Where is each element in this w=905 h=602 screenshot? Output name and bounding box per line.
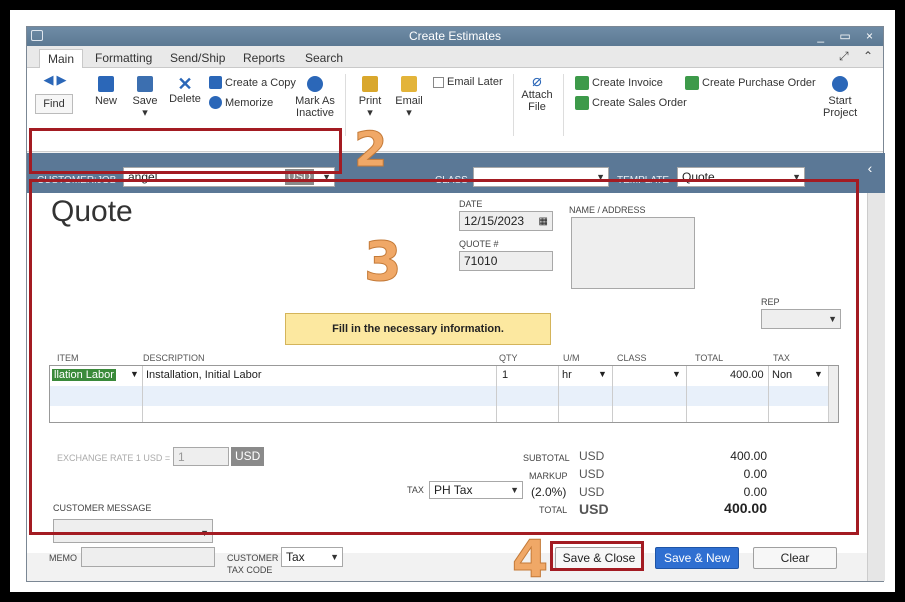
tab-formatting[interactable]: Formatting xyxy=(87,49,160,68)
printer-icon xyxy=(362,76,378,92)
paperclip-icon: ⌀ xyxy=(532,73,542,90)
tab-send-ship[interactable]: Send/Ship xyxy=(162,49,233,68)
tab-search[interactable]: Search xyxy=(297,49,351,68)
annotation-step-2: 2 xyxy=(353,122,388,179)
customer-tax-code-select[interactable]: Tax ▼ xyxy=(281,547,343,567)
create-purchase-order-button[interactable]: Create Purchase Order xyxy=(685,76,816,90)
save-button[interactable]: Save ▾ xyxy=(131,76,159,119)
highlight-box-customer xyxy=(29,128,342,174)
print-button[interactable]: Print ▾ xyxy=(355,76,385,119)
forward-arrow-icon[interactable]: ▶ xyxy=(57,72,67,87)
customer-tax-code-label-1: CUSTOMER xyxy=(227,553,279,563)
create-sales-order-button[interactable]: Create Sales Order xyxy=(575,96,687,110)
mark-as-inactive-button[interactable]: Mark As Inactive xyxy=(293,76,337,119)
memo-field[interactable] xyxy=(81,547,215,567)
collapse-ribbon-icon[interactable]: ⌃ xyxy=(863,49,873,63)
new-doc-icon xyxy=(98,76,114,92)
window-title: Create Estimates xyxy=(408,29,502,43)
right-panel-edge xyxy=(867,193,885,581)
customer-tax-code-label-2: TAX CODE xyxy=(227,565,273,575)
window-controls[interactable]: _ ▭ × xyxy=(817,27,879,46)
mark-inactive-check-icon xyxy=(307,76,323,92)
annotation-step-3: 3 xyxy=(364,230,403,294)
highlight-box-form xyxy=(29,179,859,535)
separator xyxy=(345,74,346,136)
checkbox-icon xyxy=(433,76,444,88)
attach-file-button[interactable]: ⌀ Attach File xyxy=(521,73,553,114)
tab-reports[interactable]: Reports xyxy=(235,49,293,68)
start-project-button[interactable]: Start Project xyxy=(823,76,857,119)
create-copy-button[interactable]: Create a Copy xyxy=(209,76,296,89)
email-button[interactable]: Email ▾ xyxy=(393,76,425,119)
save-disk-icon xyxy=(137,76,153,92)
highlight-box-save-close xyxy=(550,541,644,571)
memorize-icon xyxy=(209,96,222,109)
back-arrow-icon[interactable]: ◀ xyxy=(43,72,53,87)
copy-icon xyxy=(209,76,222,89)
chevron-down-icon[interactable]: ▼ xyxy=(330,548,339,566)
delete-button[interactable]: ✕ Delete xyxy=(169,74,201,105)
envelope-icon xyxy=(401,76,417,92)
start-project-icon xyxy=(832,76,848,92)
system-menu-icon[interactable] xyxy=(31,30,43,41)
nav-arrows: ◀ ▶ xyxy=(35,72,75,87)
ribbon-tabs: Main Formatting Send/Ship Reports Search… xyxy=(27,46,883,68)
memorize-button[interactable]: Memorize xyxy=(209,96,273,109)
tab-main[interactable]: Main xyxy=(39,49,84,68)
separator xyxy=(563,74,564,136)
clear-button[interactable]: Clear xyxy=(753,547,837,569)
separator xyxy=(513,74,514,136)
collapse-chevron-icon[interactable]: ‹ xyxy=(855,153,885,193)
annotation-step-4: 4 xyxy=(511,530,549,591)
email-later-checkbox[interactable]: Email Later xyxy=(433,76,503,88)
new-button[interactable]: New xyxy=(93,76,119,107)
memo-label: MEMO xyxy=(49,553,77,563)
invoice-icon xyxy=(575,76,589,90)
create-invoice-button[interactable]: Create Invoice xyxy=(575,76,663,90)
purchase-order-icon xyxy=(685,76,699,90)
save-new-button[interactable]: Save & New xyxy=(655,547,739,569)
find-button[interactable]: Find xyxy=(35,94,73,114)
delete-x-icon: ✕ xyxy=(177,74,193,94)
sales-order-icon xyxy=(575,96,589,110)
expand-icon[interactable]: ⤢ xyxy=(839,49,849,64)
title-bar: Create Estimates _ ▭ × xyxy=(27,27,883,46)
